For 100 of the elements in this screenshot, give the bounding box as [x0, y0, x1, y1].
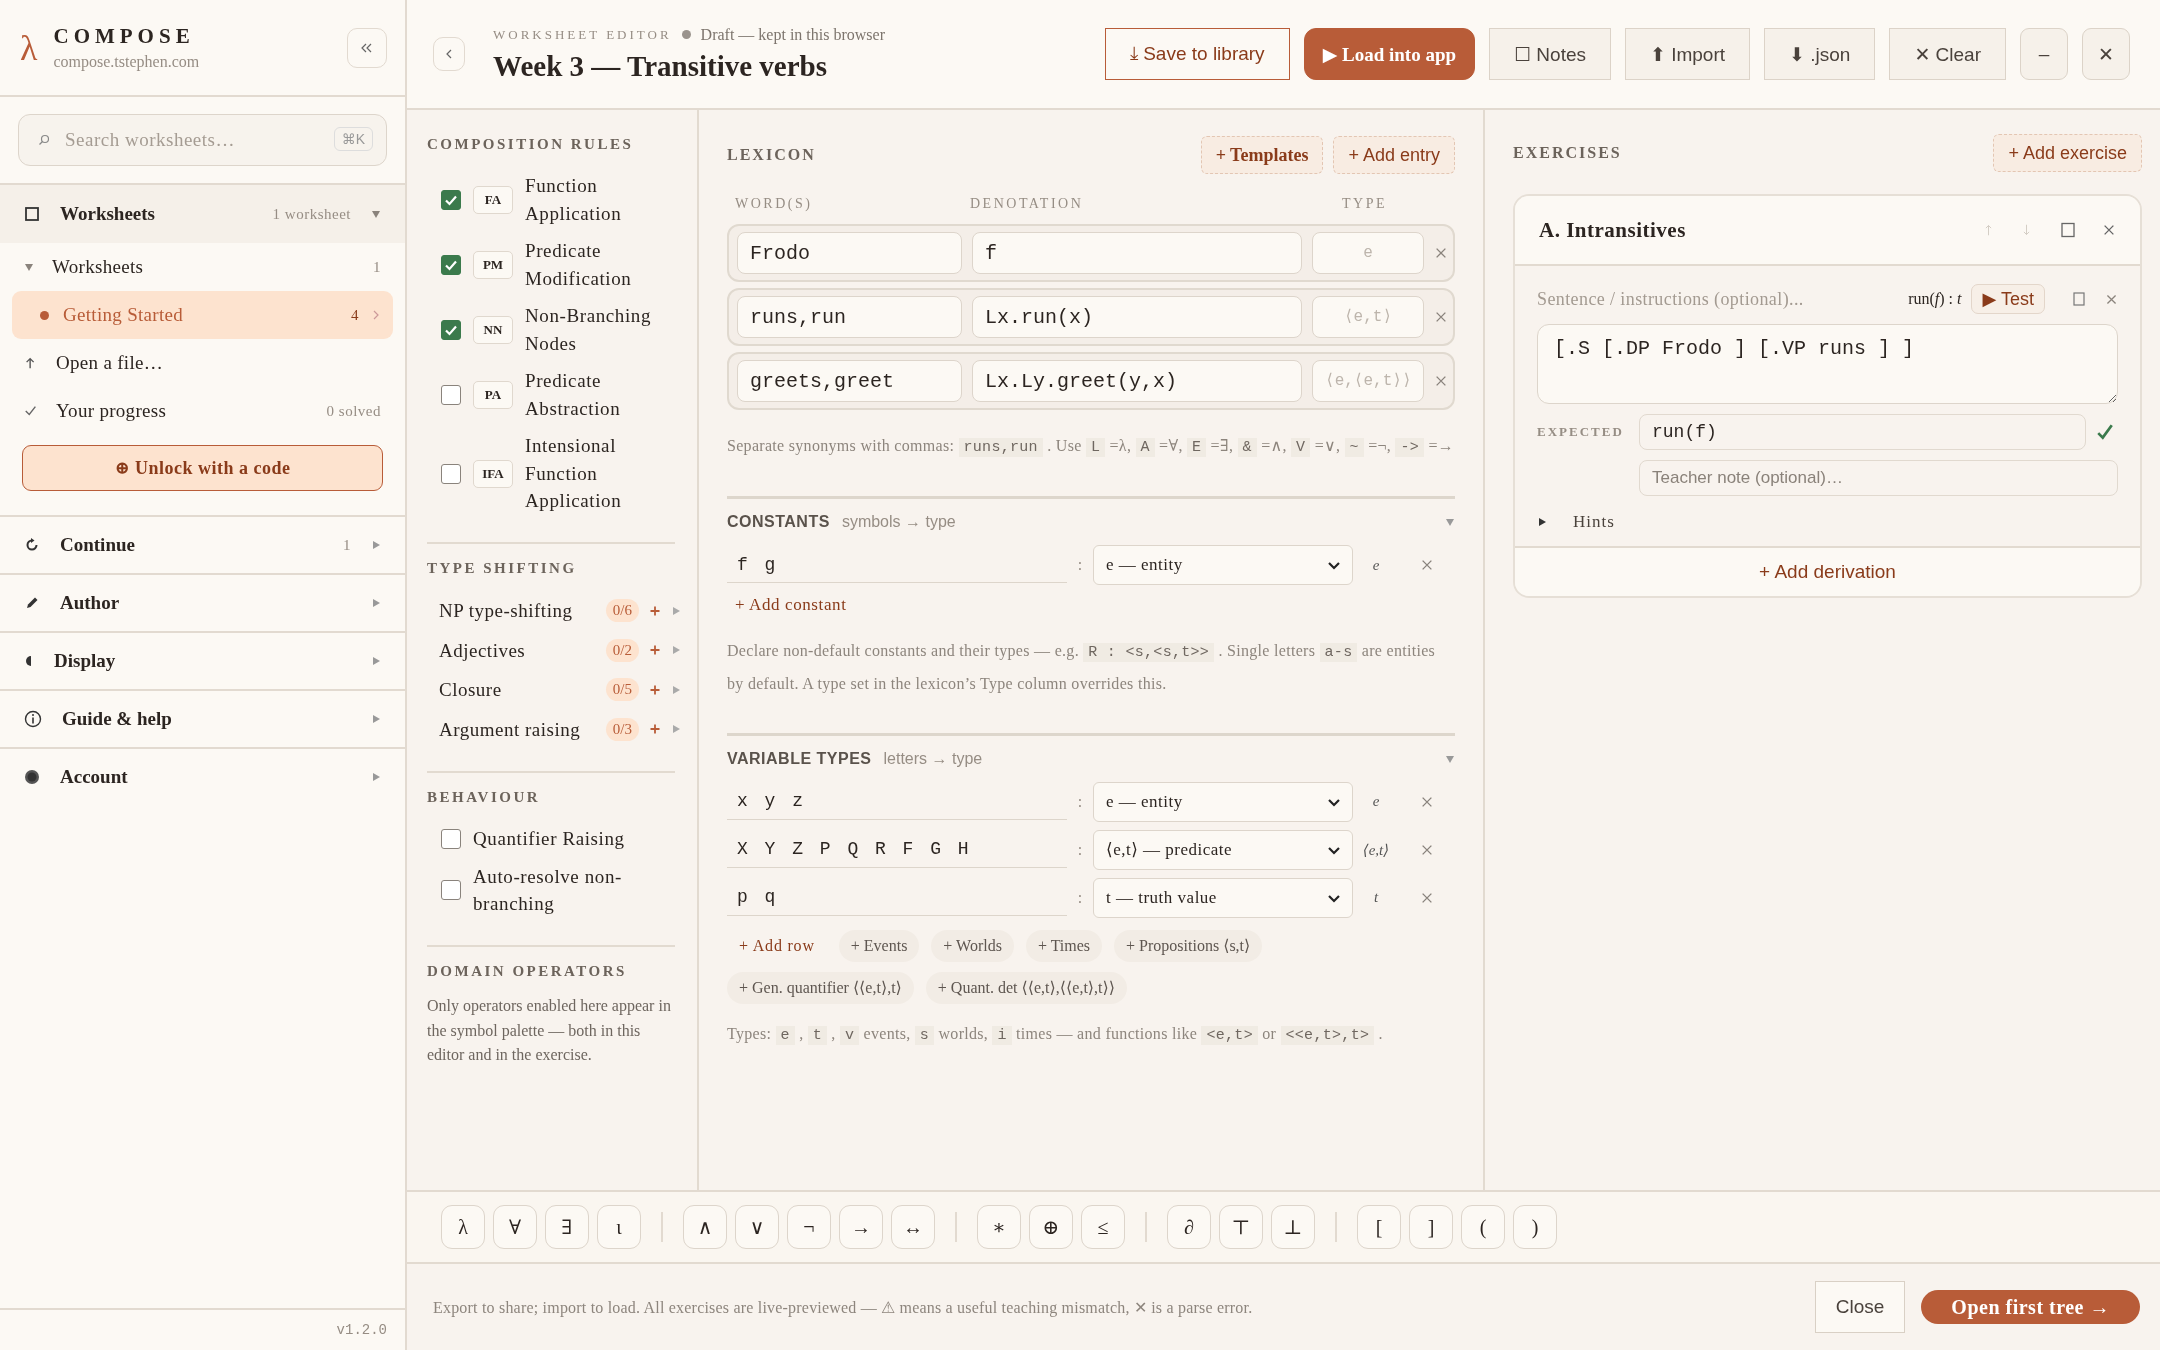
preset-chip[interactable]: + Worlds: [931, 929, 1014, 962]
teacher-note-input[interactable]: Teacher note (optional)…: [1639, 460, 2118, 496]
section-subtitle: letters → type: [883, 749, 984, 768]
help-text: Declare non-default constants and their types — e.g. R : <s,<s,t>> . Single letters a-s are entities by default. A type set in the lexicon’s Type column overrides this.: [727, 641, 1437, 695]
denotation-input[interactable]: f: [972, 232, 1302, 274]
sidebar-section[interactable]: Account: [0, 747, 405, 805]
sidebar-link[interactable]: Your progress: [56, 400, 309, 422]
toolbar-button[interactable]: ☐ Notes: [1489, 28, 1611, 80]
sidebar-section[interactable]: Guide & help: [0, 689, 405, 747]
window-button[interactable]: –: [2020, 28, 2068, 80]
pen-icon: [24, 595, 40, 611]
add-exercise-button[interactable]: + Add exercise: [1993, 134, 2142, 172]
window-button[interactable]: ✕: [2082, 28, 2130, 80]
denotation-input[interactable]: Lx.Ly.greet(y,x): [972, 360, 1302, 402]
open-tree-button[interactable]: Open first tree →: [1921, 1290, 2140, 1324]
rule-abbreviation: NN: [473, 315, 513, 344]
preset-chip[interactable]: + Times: [1025, 929, 1103, 962]
preset-chip[interactable]: + Propositions ⟨s,t⟩: [1114, 929, 1263, 962]
symbol-key[interactable]: ∗: [977, 1205, 1021, 1249]
sidebar-section[interactable]: Continue 1: [0, 515, 405, 573]
type-input[interactable]: e: [1312, 232, 1424, 274]
words-input[interactable]: greets,greet: [737, 360, 962, 402]
type-select[interactable]: e — entity: [1093, 781, 1353, 822]
close-icon: [1434, 246, 1448, 260]
worksheet-count: 1 worksheet: [272, 205, 351, 223]
app-name: COMPOSE: [53, 24, 196, 49]
symbol-key[interactable]: ∧: [683, 1205, 727, 1249]
sidebar-link[interactable]: Open a file…: [56, 352, 381, 374]
symbol-key[interactable]: ∀: [493, 1205, 537, 1249]
section-title: VARIABLE TYPES: [727, 749, 872, 768]
sidebar-section[interactable]: Author: [0, 573, 405, 631]
denotation-input[interactable]: Lx.run(x): [972, 296, 1302, 338]
symbol-key[interactable]: ∨: [735, 1205, 779, 1249]
templates-button[interactable]: + Templates: [1200, 136, 1324, 174]
tree-input[interactable]: [.S [.DP Frodo ] [.VP runs ] ]: [1537, 324, 2118, 404]
words-input[interactable]: Frodo: [737, 232, 962, 274]
test-button[interactable]: ▶ Test: [1971, 284, 2045, 314]
symbol-key[interactable]: ∃: [545, 1205, 589, 1249]
expected-input[interactable]: run(f): [1639, 414, 2086, 450]
toolbar-button[interactable]: ⤓ Save to library: [1104, 28, 1290, 80]
add-derivation-button[interactable]: + Add derivation: [1515, 546, 2140, 596]
symbol-key[interactable]: ⊕: [1029, 1205, 1073, 1249]
user-circle-icon: [24, 769, 40, 785]
close-button[interactable]: Close: [1814, 1281, 1906, 1333]
rule-abbreviation: PM: [473, 250, 513, 279]
status-text: Draft — kept in this browser: [700, 25, 885, 44]
shortcut-hint: ⌘K: [333, 127, 373, 151]
checkbox[interactable]: [441, 828, 461, 849]
symbol-key[interactable]: ≤: [1081, 1205, 1125, 1249]
checkbox[interactable]: [441, 463, 461, 484]
toolbar-button[interactable]: ⬇ .json: [1764, 28, 1876, 80]
add-constant-link[interactable]: + Add constant: [727, 589, 855, 622]
hints-toggle[interactable]: Hints: [1537, 506, 1615, 532]
symbol-key[interactable]: ¬: [787, 1205, 831, 1249]
symbol-key[interactable]: →: [839, 1205, 883, 1249]
toolbar-button[interactable]: ⬆ Import: [1625, 28, 1751, 80]
type-select[interactable]: e — entity: [1093, 545, 1353, 586]
words-input[interactable]: runs,run: [737, 296, 962, 338]
symbol-key[interactable]: ι: [597, 1205, 641, 1249]
type-select[interactable]: t — truth value: [1093, 877, 1353, 918]
symbol-key[interactable]: ]: [1409, 1205, 1453, 1249]
duplicate-button[interactable]: [2073, 292, 2085, 306]
add-entry-button[interactable]: + Add entry: [1333, 136, 1455, 174]
checkbox[interactable]: [441, 254, 461, 275]
colon: :: [1076, 840, 1084, 859]
checkbox[interactable]: [441, 189, 461, 210]
symbol-key[interactable]: ⊥: [1271, 1205, 1315, 1249]
page-title: Week 3 — Transitive verbs: [493, 49, 829, 83]
close-icon: [1434, 310, 1448, 324]
card-action[interactable]: [2102, 223, 2116, 237]
plus-icon: [649, 723, 661, 736]
symbol-key[interactable]: [: [1357, 1205, 1401, 1249]
toolbar-button[interactable]: ✕ Clear: [1889, 28, 2006, 80]
symbol-key[interactable]: (: [1461, 1205, 1505, 1249]
sidebar-section[interactable]: Display: [0, 631, 405, 689]
preset-chip[interactable]: + Events: [838, 929, 920, 962]
status-dot-icon: [681, 30, 691, 39]
symbol-key[interactable]: ): [1513, 1205, 1557, 1249]
type-input[interactable]: ⟨e,t⟩: [1312, 296, 1424, 338]
symbol-key[interactable]: λ: [441, 1205, 485, 1249]
add-row-link[interactable]: + Add row: [727, 929, 827, 962]
unlock-button[interactable]: ⊕ Unlock with a code: [22, 445, 383, 491]
card-action[interactable]: [2060, 222, 2076, 238]
preset-chip[interactable]: + Quant. det ⟨⟨e,t⟩,⟨⟨e,t⟩,t⟩⟩: [925, 971, 1127, 1004]
symbol-key[interactable]: ↔: [891, 1205, 935, 1249]
rule-name: Predicate Abstraction: [525, 369, 622, 421]
symbol-key[interactable]: ∂: [1167, 1205, 1211, 1249]
type-select[interactable]: ⟨e,t⟩ — predicate: [1093, 829, 1353, 870]
symbol-key[interactable]: ⊤: [1219, 1205, 1263, 1249]
preset-chip[interactable]: + Gen. quantifier ⟨⟨e,t⟩,t⟩: [727, 971, 914, 1004]
checkbox[interactable]: [441, 384, 461, 405]
rule-abbreviation: IFA: [473, 459, 513, 488]
checkbox[interactable]: [441, 880, 461, 901]
toolbar-button[interactable]: ▶ Load into app: [1303, 28, 1476, 80]
section-header[interactable]: Worksheets 1 worksheet: [0, 183, 405, 243]
group-label[interactable]: Worksheets: [52, 256, 355, 278]
sentence-input[interactable]: Sentence / instructions (optional)...: [1537, 288, 1899, 310]
worksheet-item[interactable]: Getting Started 4: [12, 291, 393, 339]
checkbox[interactable]: [441, 319, 461, 340]
type-input[interactable]: ⟨e,⟨e,t⟩⟩: [1312, 360, 1424, 402]
